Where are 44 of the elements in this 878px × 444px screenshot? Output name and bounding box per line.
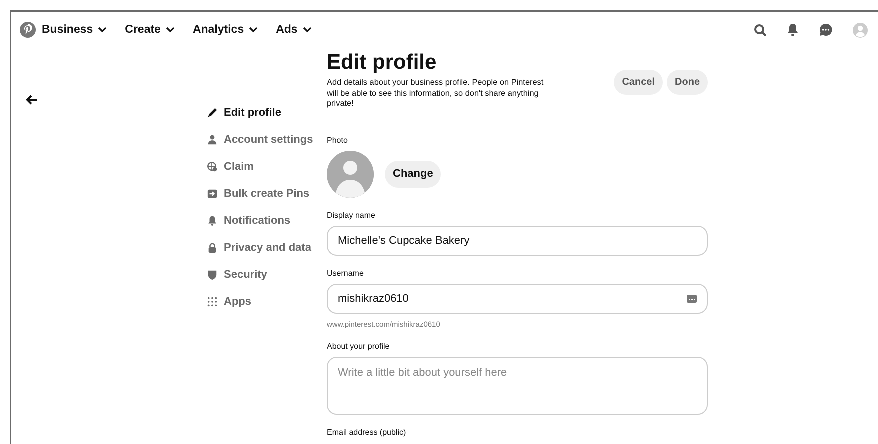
shield-icon (207, 268, 218, 280)
header-button[interactable]: Done (667, 70, 708, 95)
field-label: Display name (327, 210, 376, 220)
page-description: Add details about your business profile. People on Pinterest will be able to see this information, so don't share anything private! (327, 78, 545, 110)
change-photo-button[interactable]: Change (385, 160, 442, 188)
back-arrow-icon[interactable] (26, 95, 38, 105)
sidebar-item[interactable]: Bulk create Pins (205, 180, 327, 207)
nav-menu-button[interactable]: Business (42, 24, 108, 36)
sidebar-item[interactable]: Security (205, 261, 327, 288)
nav-menu-button[interactable]: Analytics (192, 24, 258, 36)
sidebar-item[interactable]: Notifications (205, 207, 327, 234)
sidebar-item[interactable]: Account settings (205, 126, 327, 153)
about-field[interactable]: Write a little bit about yourself here (327, 356, 708, 414)
header-button[interactable]: Cancel (614, 70, 663, 95)
grid-icon (207, 296, 218, 308)
sidebar-item[interactable]: Privacy and data (205, 234, 327, 261)
field-label: About your profile (327, 342, 391, 350)
chevron-down-icon (249, 27, 258, 33)
display-name-field[interactable]: Michelle's Cupcake Bakery (327, 226, 708, 256)
username-field[interactable]: mishikraz0610 (327, 284, 708, 314)
field-label: Email address (public) (327, 428, 408, 436)
chevron-down-icon (302, 27, 312, 33)
chevron-down-icon (98, 27, 108, 33)
person-icon (207, 134, 218, 146)
chat-bubble-icon[interactable] (819, 23, 833, 37)
pencil-icon (207, 106, 218, 118)
photo-label: Photo (327, 136, 349, 144)
key-card-icon (687, 294, 697, 302)
bell-icon[interactable] (787, 23, 799, 37)
field-label: Username (327, 268, 365, 278)
import-icon (207, 188, 218, 200)
logo-icon (20, 22, 36, 38)
chevron-down-icon (166, 27, 175, 33)
sidebar-item[interactable]: Claim (205, 153, 327, 180)
sidebar-item[interactable]: Edit profile (205, 99, 327, 126)
globe-icon (207, 160, 218, 172)
sidebar-item[interactable]: Apps (205, 288, 327, 315)
nav-menu-button[interactable]: Create (125, 24, 175, 36)
page-title: Edit profile (327, 51, 438, 75)
nav-menu-button[interactable]: Ads (276, 24, 312, 36)
search-icon[interactable] (754, 24, 767, 36)
bell-icon (207, 214, 218, 226)
avatar-placeholder-icon (327, 150, 374, 198)
lock-icon (207, 242, 218, 254)
